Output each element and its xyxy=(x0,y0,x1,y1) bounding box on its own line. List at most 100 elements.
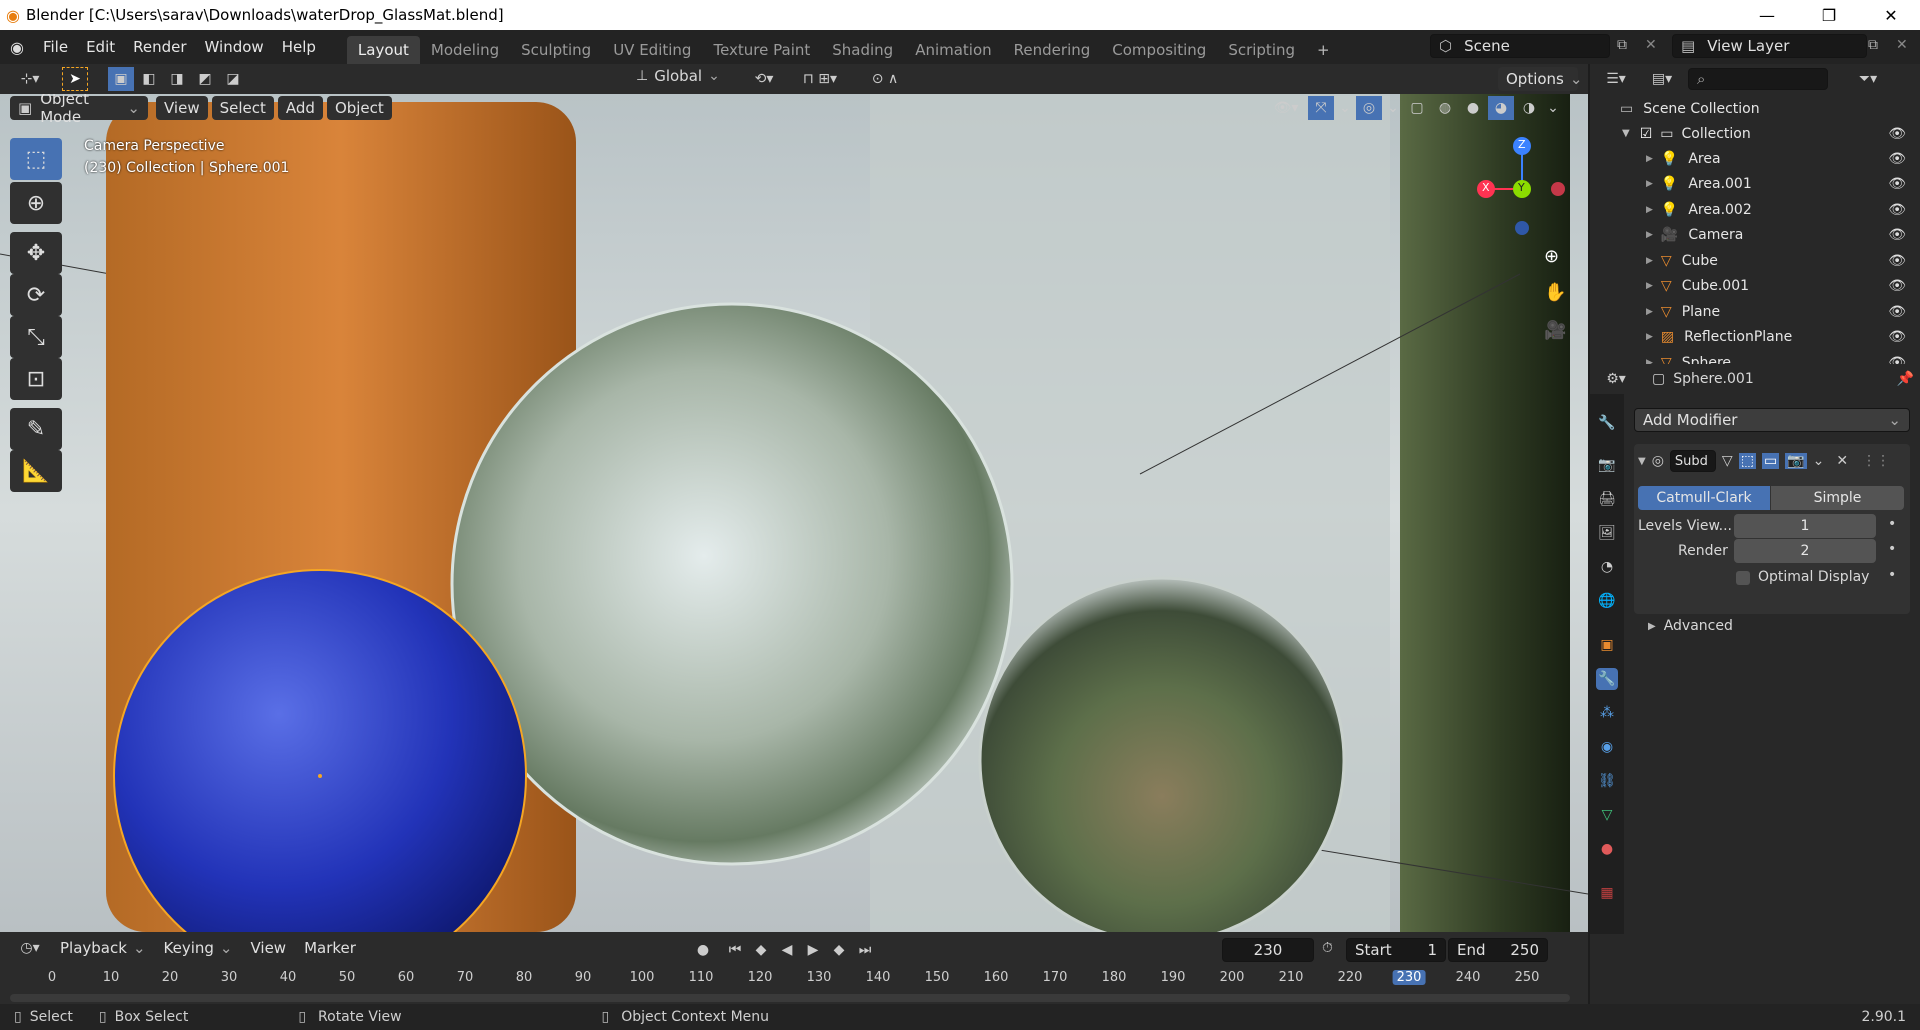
edit-mode-icon[interactable]: ▽ xyxy=(1722,453,1733,469)
outliner-item[interactable]: ▶ 🎥 Camera 👁 xyxy=(1590,223,1920,248)
data-tab-icon[interactable]: ▽ xyxy=(1596,804,1618,826)
blender-menu-icon[interactable]: ◉ xyxy=(10,38,24,57)
tab-rendering[interactable]: Rendering xyxy=(1003,36,1102,64)
material-tab-icon[interactable]: ● xyxy=(1596,838,1618,860)
catmull-clark-button[interactable]: Catmull-Clark xyxy=(1638,486,1770,510)
expand-arrow-icon[interactable]: ▶ xyxy=(1646,307,1653,317)
advanced-subpanel[interactable]: ▶ Advanced xyxy=(1648,618,1733,634)
outliner-item[interactable]: ▶ ▽ Cube.001 👁 xyxy=(1590,274,1920,299)
viewport-display-icon[interactable]: ▭ xyxy=(1761,453,1780,469)
view-layer-tab-icon[interactable]: 🖼 xyxy=(1596,522,1618,544)
select-tool-icon[interactable]: ➤ xyxy=(62,67,88,91)
tab-sculpting[interactable]: Sculpting xyxy=(510,36,602,64)
camera-view-icon[interactable]: 🎥 xyxy=(1544,320,1566,341)
pin-icon[interactable]: 📌 xyxy=(1897,371,1914,387)
select-menu[interactable]: Select xyxy=(211,96,274,120)
editor-type-icon[interactable]: ⊹▾ xyxy=(10,67,50,91)
particles-tab-icon[interactable]: ⁂ xyxy=(1596,702,1618,724)
eye-icon[interactable]: 👁 xyxy=(1888,151,1906,167)
add-menu[interactable]: Add xyxy=(277,96,323,120)
physics-tab-icon[interactable]: ◉ xyxy=(1596,736,1618,758)
eye-icon[interactable]: 👁 xyxy=(1888,253,1906,269)
expand-arrow-icon[interactable]: ▶ xyxy=(1646,281,1653,291)
expand-arrow-icon[interactable]: ▶ xyxy=(1646,205,1653,215)
display-mode-icon[interactable]: ▤▾ xyxy=(1642,67,1682,91)
object-tab-icon[interactable]: ▣ xyxy=(1596,634,1618,656)
visibility-icon[interactable]: 👁▾ xyxy=(1266,96,1306,120)
jump-start-icon[interactable]: ⏮ xyxy=(722,938,748,962)
eye-icon[interactable]: 👁 xyxy=(1888,227,1906,243)
expand-arrow-icon[interactable]: ▶ xyxy=(1646,154,1653,164)
output-tab-icon[interactable]: 🖨 xyxy=(1596,488,1618,510)
outliner-item[interactable]: ▶ 💡 Area 👁 xyxy=(1590,146,1920,171)
outliner-item[interactable]: ▶ 💡 Area.002 👁 xyxy=(1590,197,1920,222)
timeline-view-menu[interactable]: View xyxy=(242,936,294,960)
snap-icon[interactable]: ⊓ ⊞▾ xyxy=(790,67,850,91)
outliner-scene-collection[interactable]: ▭ Scene Collection xyxy=(1590,96,1920,121)
next-keyframe-icon[interactable]: ◆ xyxy=(826,938,852,962)
keyframe-dot-icon[interactable]: • xyxy=(1888,516,1896,532)
zoom-icon[interactable]: ⊕ xyxy=(1544,246,1559,267)
timeline-editor-icon[interactable]: ◷▾ xyxy=(10,936,50,960)
expand-arrow-icon[interactable]: ▶ xyxy=(1646,332,1653,342)
play-icon[interactable]: ▶ xyxy=(800,938,826,962)
gizmo-icon[interactable]: ⤧ xyxy=(1308,96,1334,120)
tool-tab-icon[interactable]: 🔧 xyxy=(1596,412,1618,434)
rotate-tool-icon[interactable]: ⟳ xyxy=(10,274,62,316)
mode-extend-icon[interactable]: ◧ xyxy=(136,67,162,91)
drag-handle-icon[interactable]: ⋮⋮ xyxy=(1862,453,1890,469)
solid-shading-icon[interactable]: ● xyxy=(1460,96,1486,120)
timeline-scrollbar[interactable] xyxy=(10,994,1570,1002)
collapse-arrow-icon[interactable]: ▼ xyxy=(1638,456,1646,467)
outliner-item[interactable]: ▶ ▽ Plane 👁 xyxy=(1590,299,1920,324)
chevron-down-icon[interactable]: ⌄ xyxy=(1544,96,1562,120)
tab-uv-editing[interactable]: UV Editing xyxy=(602,36,702,64)
keyframe-dot-icon[interactable]: • xyxy=(1888,567,1896,583)
outliner-editor-icon[interactable]: ☰▾ xyxy=(1596,67,1636,91)
tab-texture-paint[interactable]: Texture Paint xyxy=(702,36,821,64)
eye-icon[interactable]: 👁 xyxy=(1888,176,1906,192)
scene-tab-icon[interactable]: ◔ xyxy=(1596,556,1618,578)
current-frame-field[interactable]: 230 xyxy=(1222,938,1314,962)
object-mode-selector[interactable]: ▣ Object Mode ⌄ xyxy=(10,94,148,126)
start-frame-field[interactable]: Start 1 xyxy=(1346,938,1446,962)
view-layer-selector[interactable]: ▤ View Layer xyxy=(1672,34,1867,58)
levels-view-field[interactable]: 1 xyxy=(1734,514,1876,538)
render-tab-icon[interactable]: 📷 xyxy=(1596,454,1618,476)
render-display-icon[interactable]: 📷 xyxy=(1785,453,1807,469)
eye-icon[interactable]: 👁 xyxy=(1888,126,1906,142)
frame-ruler[interactable]: 0 10 20 30 40 50 60 70 80 90 100 110 120 130 140 150 160… xyxy=(0,970,1588,992)
mode-intersect-icon[interactable]: ◪ xyxy=(220,67,246,91)
scale-tool-icon[interactable]: ⤡ xyxy=(10,316,62,358)
close-window-button[interactable]: ✕ xyxy=(1862,0,1920,30)
material-shading-icon[interactable]: ◕ xyxy=(1488,96,1514,120)
expand-arrow-icon[interactable]: ▶ xyxy=(1646,256,1653,266)
prev-keyframe-icon[interactable]: ◆ xyxy=(748,938,774,962)
tab-modeling[interactable]: Modeling xyxy=(420,36,510,64)
outliner-item[interactable]: ▶ ▨ ReflectionPlane 👁 xyxy=(1590,325,1920,350)
menu-render[interactable]: Render xyxy=(124,38,195,56)
transform-tool-icon[interactable]: ⊡ xyxy=(10,358,62,400)
new-scene-icon[interactable]: ⧉ xyxy=(1617,37,1627,53)
filter-icon[interactable]: ⏷▾ xyxy=(1848,67,1888,91)
eye-icon[interactable]: 👁 xyxy=(1888,202,1906,218)
simple-button[interactable]: Simple xyxy=(1771,486,1904,510)
eye-icon[interactable]: 👁 xyxy=(1888,278,1906,294)
menu-file[interactable]: File xyxy=(34,38,77,56)
tab-scripting[interactable]: Scripting xyxy=(1217,36,1306,64)
overlay-icon[interactable]: ◎ xyxy=(1356,96,1382,120)
tab-layout[interactable]: Layout xyxy=(346,36,420,64)
3d-viewport[interactable]: ▣ Object Mode ⌄ View Select Add Object 👁… xyxy=(0,94,1588,932)
measure-tool-icon[interactable]: 📐 xyxy=(10,450,62,492)
properties-editor-icon[interactable]: ⚙▾ xyxy=(1596,367,1636,391)
render-levels-field[interactable]: 2 xyxy=(1734,539,1876,563)
xray-icon[interactable]: ▢ xyxy=(1404,96,1430,120)
modifier-name-input[interactable]: Subd xyxy=(1669,450,1716,472)
end-frame-field[interactable]: End 250 xyxy=(1448,938,1548,962)
menu-window[interactable]: Window xyxy=(196,38,273,56)
menu-help[interactable]: Help xyxy=(273,38,325,56)
expand-arrow-icon[interactable]: ▶ xyxy=(1646,179,1653,189)
maximize-button[interactable]: ❐ xyxy=(1800,0,1858,30)
marker-menu[interactable]: Marker xyxy=(296,936,364,960)
cage-icon[interactable]: ⬚ xyxy=(1738,453,1756,469)
